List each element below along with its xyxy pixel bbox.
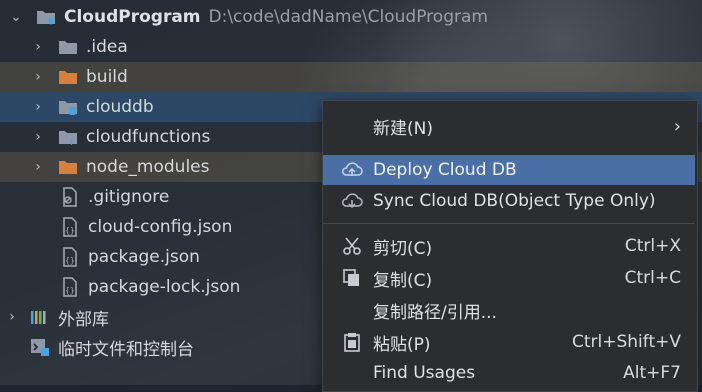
chevron-right-icon[interactable]: › (6, 309, 18, 325)
tree-root[interactable]: ⌄ CloudProgram D:\code\dadName\CloudProg… (0, 2, 702, 32)
scissors-icon (341, 235, 363, 257)
menu-item-label: 粘贴(P) (373, 334, 431, 355)
tree-item-label: .gitignore (88, 187, 170, 207)
menu-item-sync-cloud-db[interactable]: Sync Cloud DB(Object Type Only) (323, 186, 695, 216)
folder-icon (58, 37, 78, 57)
tree-item-label: clouddb (86, 97, 154, 117)
svg-text:{}: {} (65, 286, 75, 295)
chevron-right-icon[interactable]: › (32, 159, 44, 175)
context-menu: 新建(N) › Deploy Cloud DB Sync Cloud DB(Ob… (322, 100, 698, 392)
json-file-icon: {} (60, 277, 80, 297)
folder-icon (36, 7, 56, 27)
menu-item-cut[interactable]: 剪切(C) Ctrl+X (323, 231, 695, 261)
tree-item-label: package-lock.json (88, 277, 241, 297)
menu-item-label: 复制路径/引用... (373, 302, 497, 323)
scratches-icon (30, 337, 50, 357)
menu-separator (323, 223, 695, 224)
copy-icon (341, 267, 363, 289)
tree-item-label: 临时文件和控制台 (58, 339, 194, 360)
chevron-down-icon[interactable]: ⌄ (10, 9, 22, 25)
menu-item-shortcut: Alt+F7 (623, 363, 681, 383)
tree-item-build[interactable]: › build (0, 62, 702, 92)
tree-item-label: node_modules (86, 157, 210, 177)
svg-text:{}: {} (65, 256, 75, 265)
menu-item-label: Deploy Cloud DB (373, 160, 517, 180)
chevron-right-icon[interactable]: › (32, 99, 44, 115)
tree-item-idea[interactable]: › .idea (0, 32, 702, 62)
menu-item-copy-path[interactable]: 复制路径/引用... (323, 295, 695, 325)
cloud-upload-icon (341, 159, 363, 181)
gitignore-file-icon (60, 187, 80, 207)
chevron-right-icon[interactable]: › (32, 69, 44, 85)
menu-item-shortcut: Ctrl+X (624, 236, 681, 256)
menu-item-label: 复制(C) (373, 270, 433, 291)
folder-db-icon (58, 97, 78, 117)
menu-item-new[interactable]: 新建(N) › (323, 111, 695, 141)
tree-item-label: package.json (88, 247, 200, 267)
tree-item-label: build (86, 67, 128, 87)
menu-item-shortcut: Ctrl+C (624, 268, 681, 288)
menu-item-label: 新建(N) (373, 118, 433, 139)
folder-function-icon: f (58, 127, 78, 147)
menu-item-label: 剪切(C) (373, 238, 433, 259)
chevron-right-icon[interactable]: › (32, 39, 44, 55)
folder-orange-icon (58, 67, 78, 87)
menu-item-shortcut: Ctrl+Shift+V (571, 332, 681, 352)
project-path: D:\code\dadName\CloudProgram (208, 7, 488, 27)
menu-item-find-usages[interactable]: Find Usages Alt+F7 (323, 358, 695, 388)
cloud-download-icon (341, 190, 363, 212)
menu-item-paste[interactable]: 粘贴(P) Ctrl+Shift+V (323, 327, 695, 357)
chevron-right-icon[interactable]: › (32, 129, 44, 145)
project-name: CloudProgram (64, 7, 201, 27)
clipboard-icon (341, 331, 363, 353)
menu-item-label: Find Usages (373, 363, 476, 383)
tree-item-label: cloudfunctions (86, 127, 211, 147)
tree-item-label: cloud-config.json (88, 217, 233, 237)
library-icon (30, 307, 50, 327)
menu-item-deploy-cloud-db[interactable]: Deploy Cloud DB (323, 155, 695, 185)
tree-item-label: .idea (86, 37, 128, 57)
chevron-right-icon: › (673, 115, 681, 137)
menu-item-copy[interactable]: 复制(C) Ctrl+C (323, 263, 695, 293)
folder-orange-icon (58, 157, 78, 177)
json-file-icon: {} (60, 217, 80, 237)
menu-item-label: Sync Cloud DB(Object Type Only) (373, 191, 656, 211)
json-file-icon: {} (60, 247, 80, 267)
tree-item-label: 外部库 (58, 309, 109, 330)
svg-text:{}: {} (65, 226, 75, 235)
